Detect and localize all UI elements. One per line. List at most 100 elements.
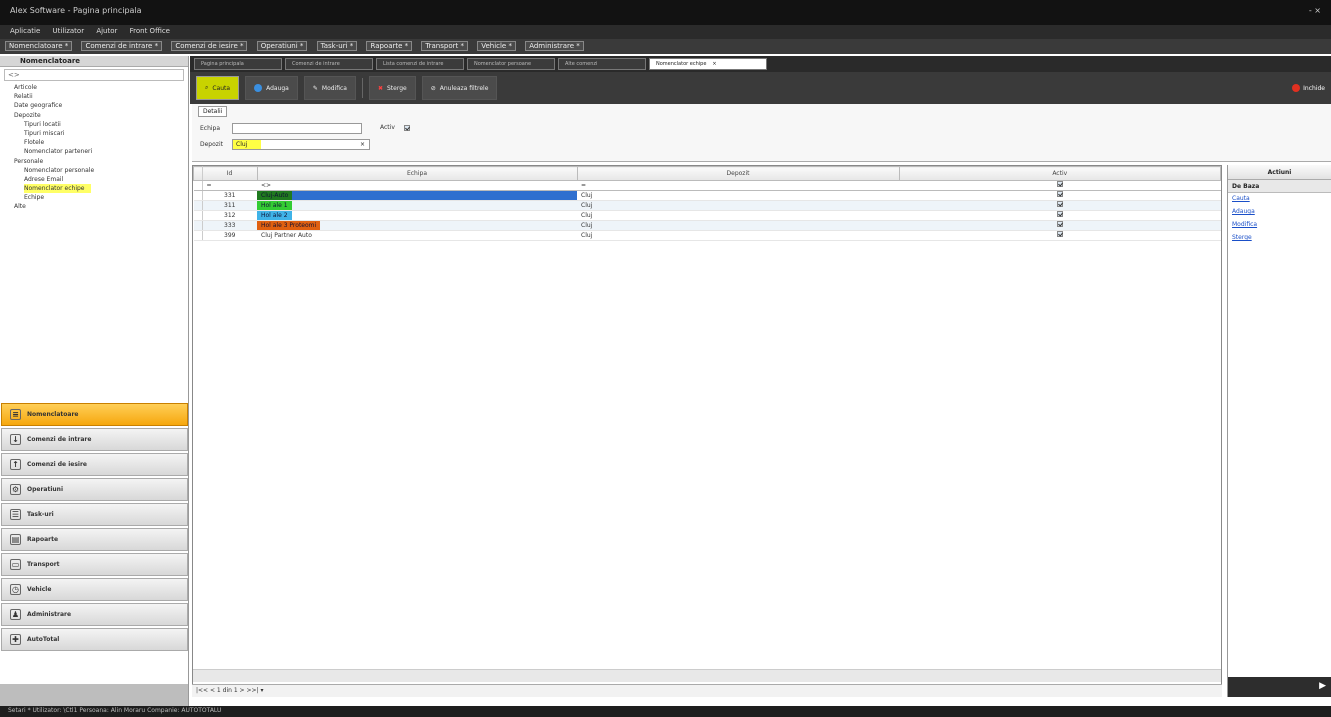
module-button[interactable]: ↑ Comenzi de iesire: [1, 453, 188, 476]
tree-item[interactable]: Date geografice: [0, 101, 188, 110]
module-button[interactable]: ⚙ Operatiuni: [1, 478, 188, 501]
search-button[interactable]: ⌕ Cauta: [196, 76, 240, 100]
tree-item-label: Articole: [14, 84, 37, 91]
nav-comenzi-intrare[interactable]: Comenzi de intrare *: [81, 41, 163, 51]
grid-pager[interactable]: |<< < 1 din 1 > >>| ▾: [192, 684, 1222, 697]
edit-button[interactable]: ✎ Modifica: [303, 76, 356, 100]
expand-actions-icon[interactable]: ▶: [1228, 677, 1331, 697]
cell-depozit: Cluj: [577, 220, 899, 231]
tree-item[interactable]: Adrese Email: [0, 175, 188, 184]
add-button[interactable]: Adauga: [245, 76, 298, 100]
module-button[interactable]: ♟ Administrare: [1, 603, 188, 626]
tree-item-label: Nomenclator parteneri: [24, 148, 93, 156]
module-button[interactable]: ▭ Transport: [1, 553, 188, 576]
row-selector[interactable]: [193, 220, 203, 231]
nav-task-uri[interactable]: Task-uri *: [316, 41, 358, 51]
row-selector[interactable]: [193, 210, 203, 221]
tree-item[interactable]: Tipuri miscari: [0, 129, 188, 138]
menu-aplicatie[interactable]: Aplicatie: [10, 27, 40, 35]
document-tab[interactable]: Lista comenzi de intrare: [376, 58, 464, 70]
activ-checkbox[interactable]: [1056, 221, 1063, 227]
cell-activ[interactable]: [899, 220, 1221, 231]
document-tab[interactable]: Comenzi de intrare: [285, 58, 373, 70]
module-button[interactable]: ✚ AutoTotal: [1, 628, 188, 651]
tree-item[interactable]: Nomenclator echipe: [0, 184, 188, 194]
tree-item[interactable]: Alte: [0, 202, 188, 211]
row-selector[interactable]: [193, 200, 203, 211]
filter-activ-cell[interactable]: [899, 180, 1221, 191]
module-button[interactable]: ◷ Vehicle: [1, 578, 188, 601]
module-button[interactable]: ↓ Comenzi de intrare: [1, 428, 188, 451]
cell-activ[interactable]: [899, 200, 1221, 211]
nav-transport[interactable]: Transport *: [421, 41, 468, 51]
close-tab-button[interactable]: Inchide: [1292, 84, 1325, 92]
document-tab[interactable]: Nomenclator persoane: [467, 58, 555, 70]
activ-checkbox[interactable]: [1056, 191, 1063, 197]
row-selector[interactable]: [193, 230, 203, 241]
tree-item[interactable]: Tipuri locatii: [0, 120, 188, 129]
document-tab[interactable]: Alte comenzi: [558, 58, 646, 70]
table-row[interactable]: 399 Cluj Partner Auto Cluj: [193, 230, 1221, 241]
nav-vehicle[interactable]: Vehicle *: [477, 41, 516, 51]
table-row[interactable]: 312 Hol ale 2 Cluj: [193, 210, 1221, 221]
tree-search-input[interactable]: <>: [4, 69, 184, 81]
menu-utilizator[interactable]: Utilizator: [53, 27, 85, 35]
nav-operatiuni[interactable]: Operatiuni *: [256, 41, 308, 51]
module-button[interactable]: ☰ Task-uri: [1, 503, 188, 526]
title-bar: Alex Software - Pagina principala - ×: [0, 0, 1331, 25]
action-link-adauga[interactable]: Adauga: [1228, 206, 1331, 219]
tab-close-icon[interactable]: ×: [712, 61, 716, 67]
activ-checkbox[interactable]: [1056, 231, 1063, 237]
module-button[interactable]: ▤ Rapoarte: [1, 528, 188, 551]
nav-nomenclatoare[interactable]: Nomenclatoare *: [5, 41, 73, 51]
users-icon: ♟: [10, 609, 21, 620]
delete-button[interactable]: ✖ Sterge: [368, 76, 416, 100]
nav-rapoarte[interactable]: Rapoarte *: [366, 41, 413, 51]
filter-activ-checkbox[interactable]: [1056, 181, 1063, 188]
nav-comenzi-iesire[interactable]: Comenzi de iesire *: [171, 41, 248, 51]
row-selector[interactable]: [193, 190, 203, 201]
table-row[interactable]: 331 Cluj-Auto Cluj: [193, 190, 1221, 201]
column-header-activ[interactable]: Activ: [898, 166, 1221, 181]
action-link-sterge[interactable]: Sterge: [1228, 232, 1331, 245]
echipa-input[interactable]: [232, 123, 362, 134]
activ-checkbox[interactable]: [1056, 211, 1063, 217]
action-link-cauta[interactable]: Cauta: [1228, 193, 1331, 206]
filter-depozit-cell[interactable]: =: [577, 180, 899, 191]
table-row[interactable]: 311 Hol ale 1 Cluj: [193, 200, 1221, 211]
column-header-depozit[interactable]: Depozit: [576, 166, 900, 181]
document-tab[interactable]: Nomenclator echipe ×: [649, 58, 767, 70]
menu-front-office[interactable]: Front Office: [130, 27, 170, 35]
menu-ajutor[interactable]: Ajutor: [96, 27, 117, 35]
tree-item[interactable]: Flotele: [0, 138, 188, 147]
column-header-id[interactable]: Id: [201, 166, 258, 181]
horizontal-scrollbar[interactable]: [193, 669, 1221, 682]
clear-depozit-icon[interactable]: ×: [360, 141, 365, 148]
tree-item[interactable]: Relatii: [0, 92, 188, 101]
cell-activ[interactable]: [899, 190, 1221, 201]
filter-id-cell[interactable]: =: [202, 180, 257, 191]
activ-checkbox[interactable]: [404, 125, 410, 131]
tree-item[interactable]: Echipe: [0, 193, 188, 202]
table-row[interactable]: 333 Hol ale 3 Proteomi Cluj: [193, 220, 1221, 231]
window-title: Alex Software - Pagina principala: [10, 6, 142, 15]
document-tab[interactable]: Pagina principala: [194, 58, 282, 70]
cell-activ[interactable]: [899, 210, 1221, 221]
clear-filters-button[interactable]: ⊘ Anuleaza filtrele: [421, 76, 498, 100]
window-controls[interactable]: - ×: [1309, 6, 1321, 15]
tree-item[interactable]: Nomenclator parteneri: [0, 147, 188, 156]
filter-echipa-cell[interactable]: <>: [257, 180, 577, 191]
tree-item[interactable]: Personale: [0, 157, 188, 166]
tree-item[interactable]: Articole: [0, 83, 188, 92]
tree-item[interactable]: Nomenclator personale: [0, 166, 188, 175]
nav-administrare[interactable]: Administrare *: [525, 41, 584, 51]
cell-activ[interactable]: [899, 230, 1221, 241]
details-tab[interactable]: Detalii: [198, 106, 228, 117]
tree-item[interactable]: Depozite: [0, 111, 188, 120]
close-tab-label: Inchide: [1303, 84, 1325, 92]
action-link-modifica[interactable]: Modifica: [1228, 219, 1331, 232]
module-button[interactable]: ≡ Nomenclatoare: [1, 403, 188, 426]
depozit-select[interactable]: Cluj ×: [232, 139, 370, 150]
column-header-echipa[interactable]: Echipa: [256, 166, 578, 181]
activ-checkbox[interactable]: [1056, 201, 1063, 207]
